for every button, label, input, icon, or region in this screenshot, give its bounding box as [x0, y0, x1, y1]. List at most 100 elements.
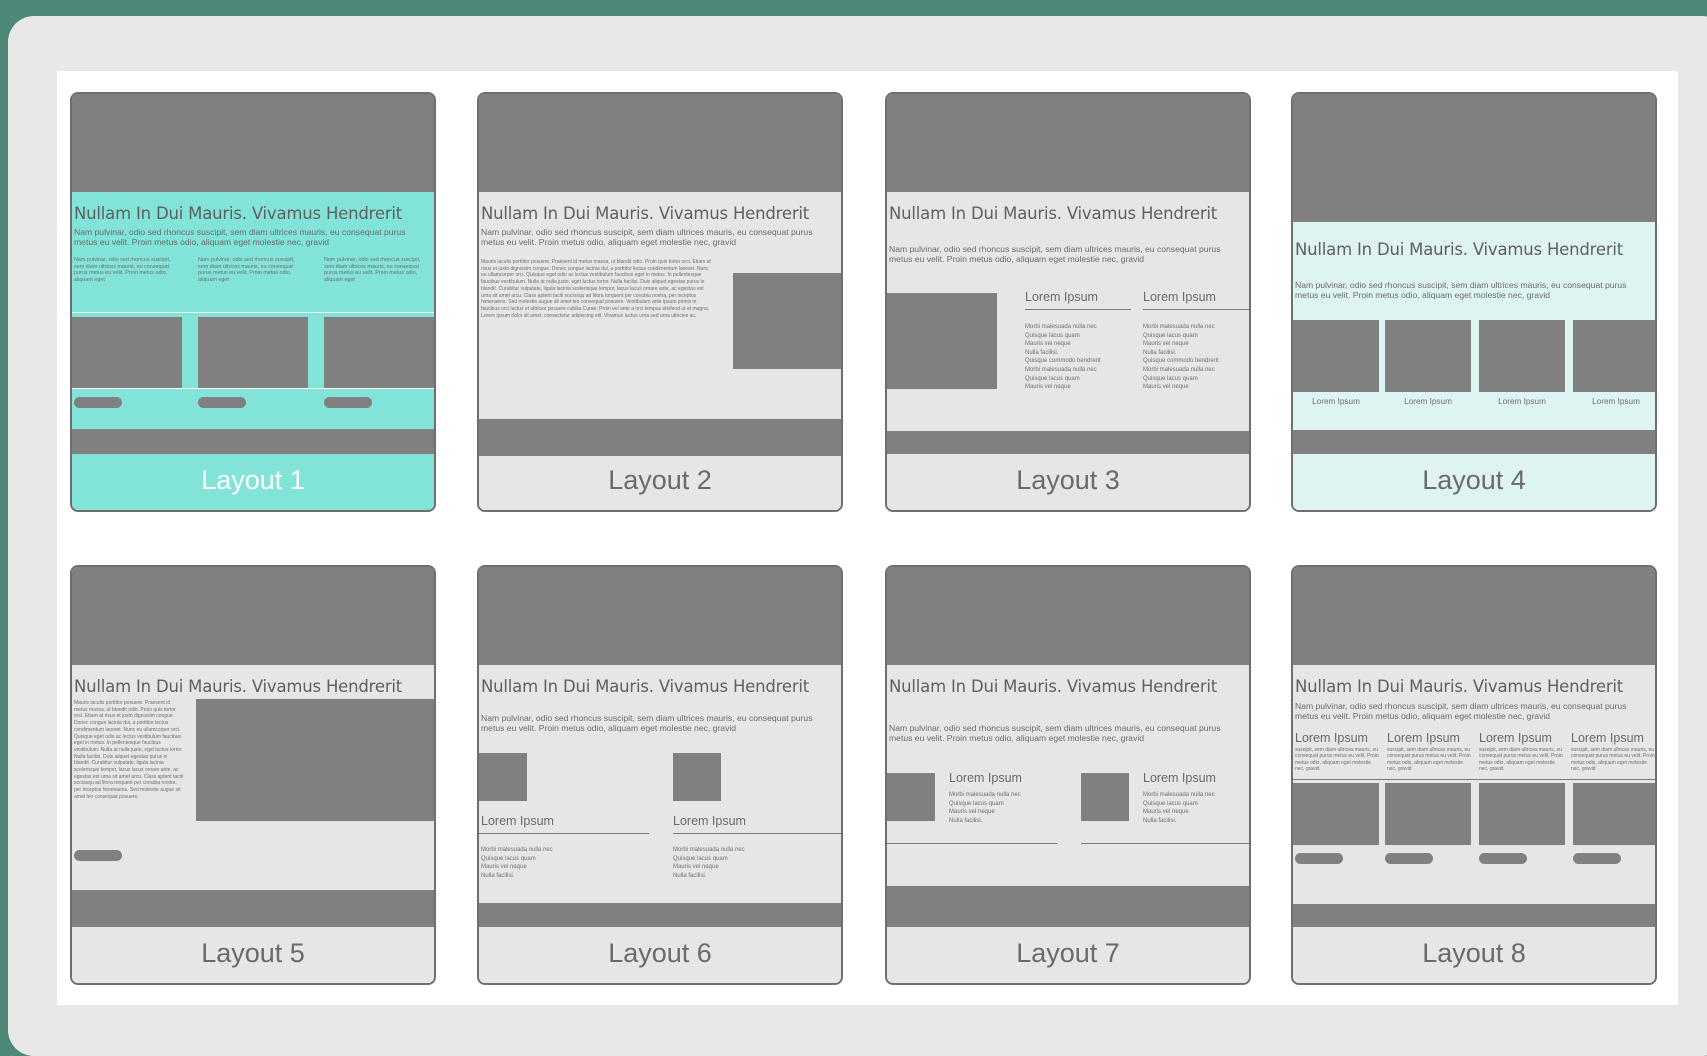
window-frame: Nullam In Dui Mauris. Vivamus Hendrerit …: [8, 16, 1707, 1056]
preview-image: [887, 293, 997, 389]
preview-image: [324, 317, 434, 388]
preview-caption: Lorem Ipsum: [1592, 397, 1640, 406]
preview-image: [1293, 320, 1379, 392]
preview-heading: Lorem Ipsum: [1143, 771, 1216, 785]
preview-rule: [1081, 843, 1249, 844]
preview-heading: Lorem Ipsum: [1143, 290, 1216, 304]
preview-footer-strip: [1293, 904, 1655, 929]
layout-label: Layout 7: [1016, 938, 1120, 968]
preview-button: [1385, 853, 1433, 864]
preview-rule: [887, 843, 1057, 844]
preview-image: [196, 699, 434, 821]
preview-header: [887, 567, 1249, 665]
preview-footer-strip: [1293, 430, 1655, 455]
preview-footer-strip: [479, 419, 841, 458]
layout-card-7[interactable]: Nullam In Dui Mauris. Vivamus Hendrerit …: [885, 565, 1251, 985]
preview-image: [733, 273, 841, 369]
preview-title: Nullam In Dui Mauris. Vivamus Hendrerit: [74, 677, 403, 696]
preview-subtitle-1: Nam pulvinar, odio sed rhoncus suscipit,…: [1295, 280, 1627, 290]
preview-heading: Lorem Ipsum: [673, 814, 746, 828]
preview-heading: Lorem Ipsum: [949, 771, 1022, 785]
preview-body-text: Mauris iaculis porttitor posuere. Praese…: [74, 700, 184, 800]
preview-subtitle-2: metus eu velit. Proin metus odio, aliqua…: [1295, 711, 1551, 721]
layout-card-5[interactable]: Nullam In Dui Mauris. Vivamus Hendrerit …: [70, 565, 436, 985]
preview-column-text: Nam pulvinar, odio sed rhoncus suscipit,…: [74, 257, 171, 283]
preview-header: [72, 94, 434, 192]
preview-heading: Lorem Ipsum: [1295, 731, 1368, 745]
layout-card-2[interactable]: Nullam In Dui Mauris. Vivamus Hendrerit …: [477, 92, 843, 512]
preview-image: [1573, 783, 1655, 845]
preview-heading: Lorem Ipsum: [1025, 290, 1098, 304]
preview-list: Morbi malesuada nulla nec Quisque lacus …: [481, 847, 553, 879]
preview-column-text: suscipit, sem diam ultrices mauris, eu c…: [1295, 747, 1379, 772]
preview-image: [673, 753, 721, 801]
card-footer: Layout 3: [887, 454, 1249, 510]
preview-subtitle-2: metus eu velit. Proin metus odio, aliqua…: [481, 237, 737, 247]
preview-footer-strip: [887, 431, 1249, 456]
preview-heading: Lorem Ipsum: [1571, 731, 1644, 745]
preview-list: Morbi malesuada nulla nec Quisque lacus …: [673, 847, 745, 879]
preview-subtitle-2: metus eu velit. Proin metus odio, aliqua…: [889, 254, 1145, 264]
layout-card-8[interactable]: Nullam In Dui Mauris. Vivamus Hendrerit …: [1291, 565, 1657, 985]
preview-subtitle-2: metus eu velit. Proin metus odio, aliqua…: [481, 723, 737, 733]
preview-button: [74, 397, 122, 408]
preview-image: [1293, 783, 1379, 845]
card-footer: Layout 6: [479, 927, 841, 983]
preview-body-text: Mauris iaculis porttitor posuere. Praese…: [481, 259, 711, 319]
preview-footer-strip: [72, 890, 434, 929]
preview-rule: [1025, 309, 1131, 310]
preview-image: [479, 753, 527, 801]
preview-title: Nullam In Dui Mauris. Vivamus Hendrerit: [889, 204, 1218, 223]
preview-heading: Lorem Ipsum: [1387, 731, 1460, 745]
preview-header: [887, 94, 1249, 192]
preview-column-text: suscipit, sem diam ultrices mauris, eu c…: [1571, 747, 1655, 772]
preview-title: Nullam In Dui Mauris. Vivamus Hendrerit: [889, 677, 1218, 696]
preview-caption: Lorem Ipsum: [1498, 397, 1546, 406]
preview-image: [1573, 320, 1655, 392]
preview-subtitle-2: metus eu velit. Proin metus odio, aliqua…: [74, 237, 330, 247]
layout-label: Layout 2: [608, 465, 712, 495]
preview-footer-strip: [72, 429, 434, 454]
preview-column-text: Nam pulvinar, odio sed rhoncus suscipit,…: [198, 257, 295, 283]
preview-title: Nullam In Dui Mauris. Vivamus Hendrerit: [481, 677, 810, 696]
preview-subtitle-2: metus eu velit. Proin metus odio, aliqua…: [889, 733, 1145, 743]
preview-header: [479, 567, 841, 665]
preview-rule: [479, 833, 649, 834]
layout-label: Layout 8: [1422, 938, 1526, 968]
preview-image: [1385, 320, 1471, 392]
layout-card-6[interactable]: Nullam In Dui Mauris. Vivamus Hendrerit …: [477, 565, 843, 985]
preview-list: Morbi malesuada nulla nec Quisque lacus …: [949, 792, 1021, 824]
preview-button: [324, 397, 372, 408]
layout-card-3[interactable]: Nullam In Dui Mauris. Vivamus Hendrerit …: [885, 92, 1251, 512]
preview-list: Morbi malesuada nulla nec Quisque lacus …: [1143, 324, 1219, 391]
preview-button: [1573, 853, 1621, 864]
layout-card-4[interactable]: Nullam In Dui Mauris. Vivamus Hendrerit …: [1291, 92, 1657, 512]
preview-header: [1293, 94, 1655, 222]
card-footer: Layout 2: [479, 456, 841, 510]
preview-button: [1295, 853, 1343, 864]
preview-subtitle-2: metus eu velit. Proin metus odio, aliqua…: [1295, 290, 1551, 300]
preview-divider: [72, 312, 434, 313]
preview-footer-strip: [479, 903, 841, 928]
layout-label: Layout 3: [1016, 465, 1120, 495]
preview-caption: Lorem Ipsum: [1312, 397, 1360, 406]
layout-label: Layout 6: [608, 938, 712, 968]
preview-button: [74, 850, 122, 861]
preview-heading: Lorem Ipsum: [481, 814, 554, 828]
preview-image: [1385, 783, 1471, 845]
preview-image: [887, 773, 935, 821]
preview-image: [1479, 320, 1565, 392]
card-footer: Layout 8: [1293, 927, 1655, 983]
preview-list: Morbi malesuada nulla nec Quisque lacus …: [1025, 324, 1101, 391]
preview-divider: [72, 388, 434, 389]
preview-subtitle-1: Nam pulvinar, odio sed rhoncus suscipit,…: [889, 244, 1221, 254]
card-footer: Layout 4: [1293, 454, 1655, 510]
preview-title: Nullam In Dui Mauris. Vivamus Hendrerit: [1295, 677, 1624, 696]
preview-title: Nullam In Dui Mauris. Vivamus Hendrerit: [1295, 240, 1624, 259]
preview-header: [479, 94, 841, 192]
preview-title: Nullam In Dui Mauris. Vivamus Hendrerit: [481, 204, 810, 223]
preview-rule: [1143, 309, 1249, 310]
layout-card-1[interactable]: Nullam In Dui Mauris. Vivamus Hendrerit …: [70, 92, 436, 512]
layout-label: Layout 1: [201, 465, 305, 495]
preview-footer-strip: [887, 886, 1249, 929]
